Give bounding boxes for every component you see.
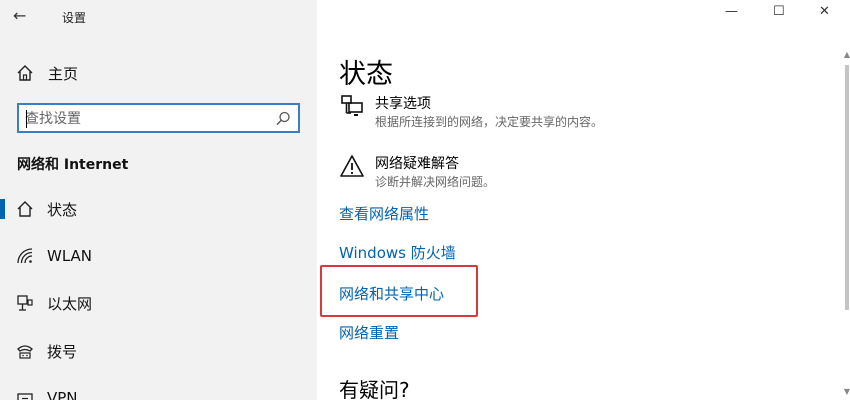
windows-firewall-link[interactable]: Windows 防火墙 <box>339 242 456 263</box>
main-content: — ☐ ✕ 状态 共享选项 根据所连接到的网络，决定要共享的内容。 网络疑难解答… <box>317 0 850 400</box>
network-troubleshooter-setting[interactable]: 网络疑难解答 诊断并解决网络问题。 <box>339 153 659 193</box>
scroll-up-icon[interactable]: ▲ <box>844 50 850 59</box>
sidebar-item-label: VPN <box>47 389 78 400</box>
sidebar-item-label: 以太网 <box>47 294 93 313</box>
setting-description: 诊断并解决网络问题。 <box>375 175 496 189</box>
warning-triangle-icon <box>340 155 364 177</box>
help-section-title: 有疑问? <box>339 378 410 400</box>
status-home-icon <box>17 201 33 217</box>
home-label: 主页 <box>48 64 79 83</box>
sidebar-item-status[interactable]: 状态 <box>0 189 317 229</box>
page-title: 状态 <box>339 59 393 90</box>
sharing-options-icon <box>341 95 363 116</box>
sidebar-item-dialup[interactable]: 拨号 <box>0 331 317 371</box>
network-reset-link[interactable]: 网络重置 <box>339 322 399 343</box>
wifi-icon <box>17 248 33 264</box>
search-input[interactable] <box>25 109 265 129</box>
active-indicator <box>0 199 5 219</box>
scroll-thumb[interactable] <box>845 65 849 310</box>
maximize-button[interactable]: ☐ <box>773 4 785 19</box>
scrollbar[interactable]: ▲ ▼ <box>843 50 850 400</box>
dialup-phone-icon <box>17 345 33 359</box>
setting-description: 根据所连接到的网络，决定要共享的内容。 <box>375 115 604 129</box>
home-icon <box>17 65 33 81</box>
scroll-down-icon[interactable]: ▼ <box>844 387 850 396</box>
text-caret <box>26 110 27 128</box>
sidebar-item-label: WLAN <box>47 247 93 265</box>
sidebar-item-label: 拨号 <box>47 342 78 361</box>
sidebar-item-label: 状态 <box>47 200 78 219</box>
vpn-icon <box>17 393 33 400</box>
sidebar-item-wlan[interactable]: WLAN <box>0 236 317 276</box>
setting-title: 网络疑难解答 <box>375 156 459 172</box>
sidebar: ← 设置 主页 网络和 Internet 状态 WLAN <box>0 0 317 400</box>
app-title: 设置 <box>62 11 87 25</box>
search-icon[interactable] <box>274 110 292 128</box>
sidebar-item-vpn[interactable]: VPN <box>0 378 317 400</box>
minimize-button[interactable]: — <box>725 4 738 19</box>
section-title: 网络和 Internet <box>17 157 129 173</box>
sidebar-item-home[interactable]: 主页 <box>16 60 78 86</box>
search-box[interactable] <box>17 103 300 133</box>
sidebar-item-ethernet[interactable]: 以太网 <box>0 283 317 323</box>
highlight-box <box>320 265 478 317</box>
ethernet-icon <box>17 295 33 311</box>
close-button[interactable]: ✕ <box>819 4 830 19</box>
view-network-properties-link[interactable]: 查看网络属性 <box>339 203 429 224</box>
sharing-options-setting[interactable]: 共享选项 根据所连接到的网络，决定要共享的内容。 <box>339 93 659 133</box>
setting-title: 共享选项 <box>375 96 431 112</box>
back-arrow-icon[interactable]: ← <box>13 5 35 27</box>
